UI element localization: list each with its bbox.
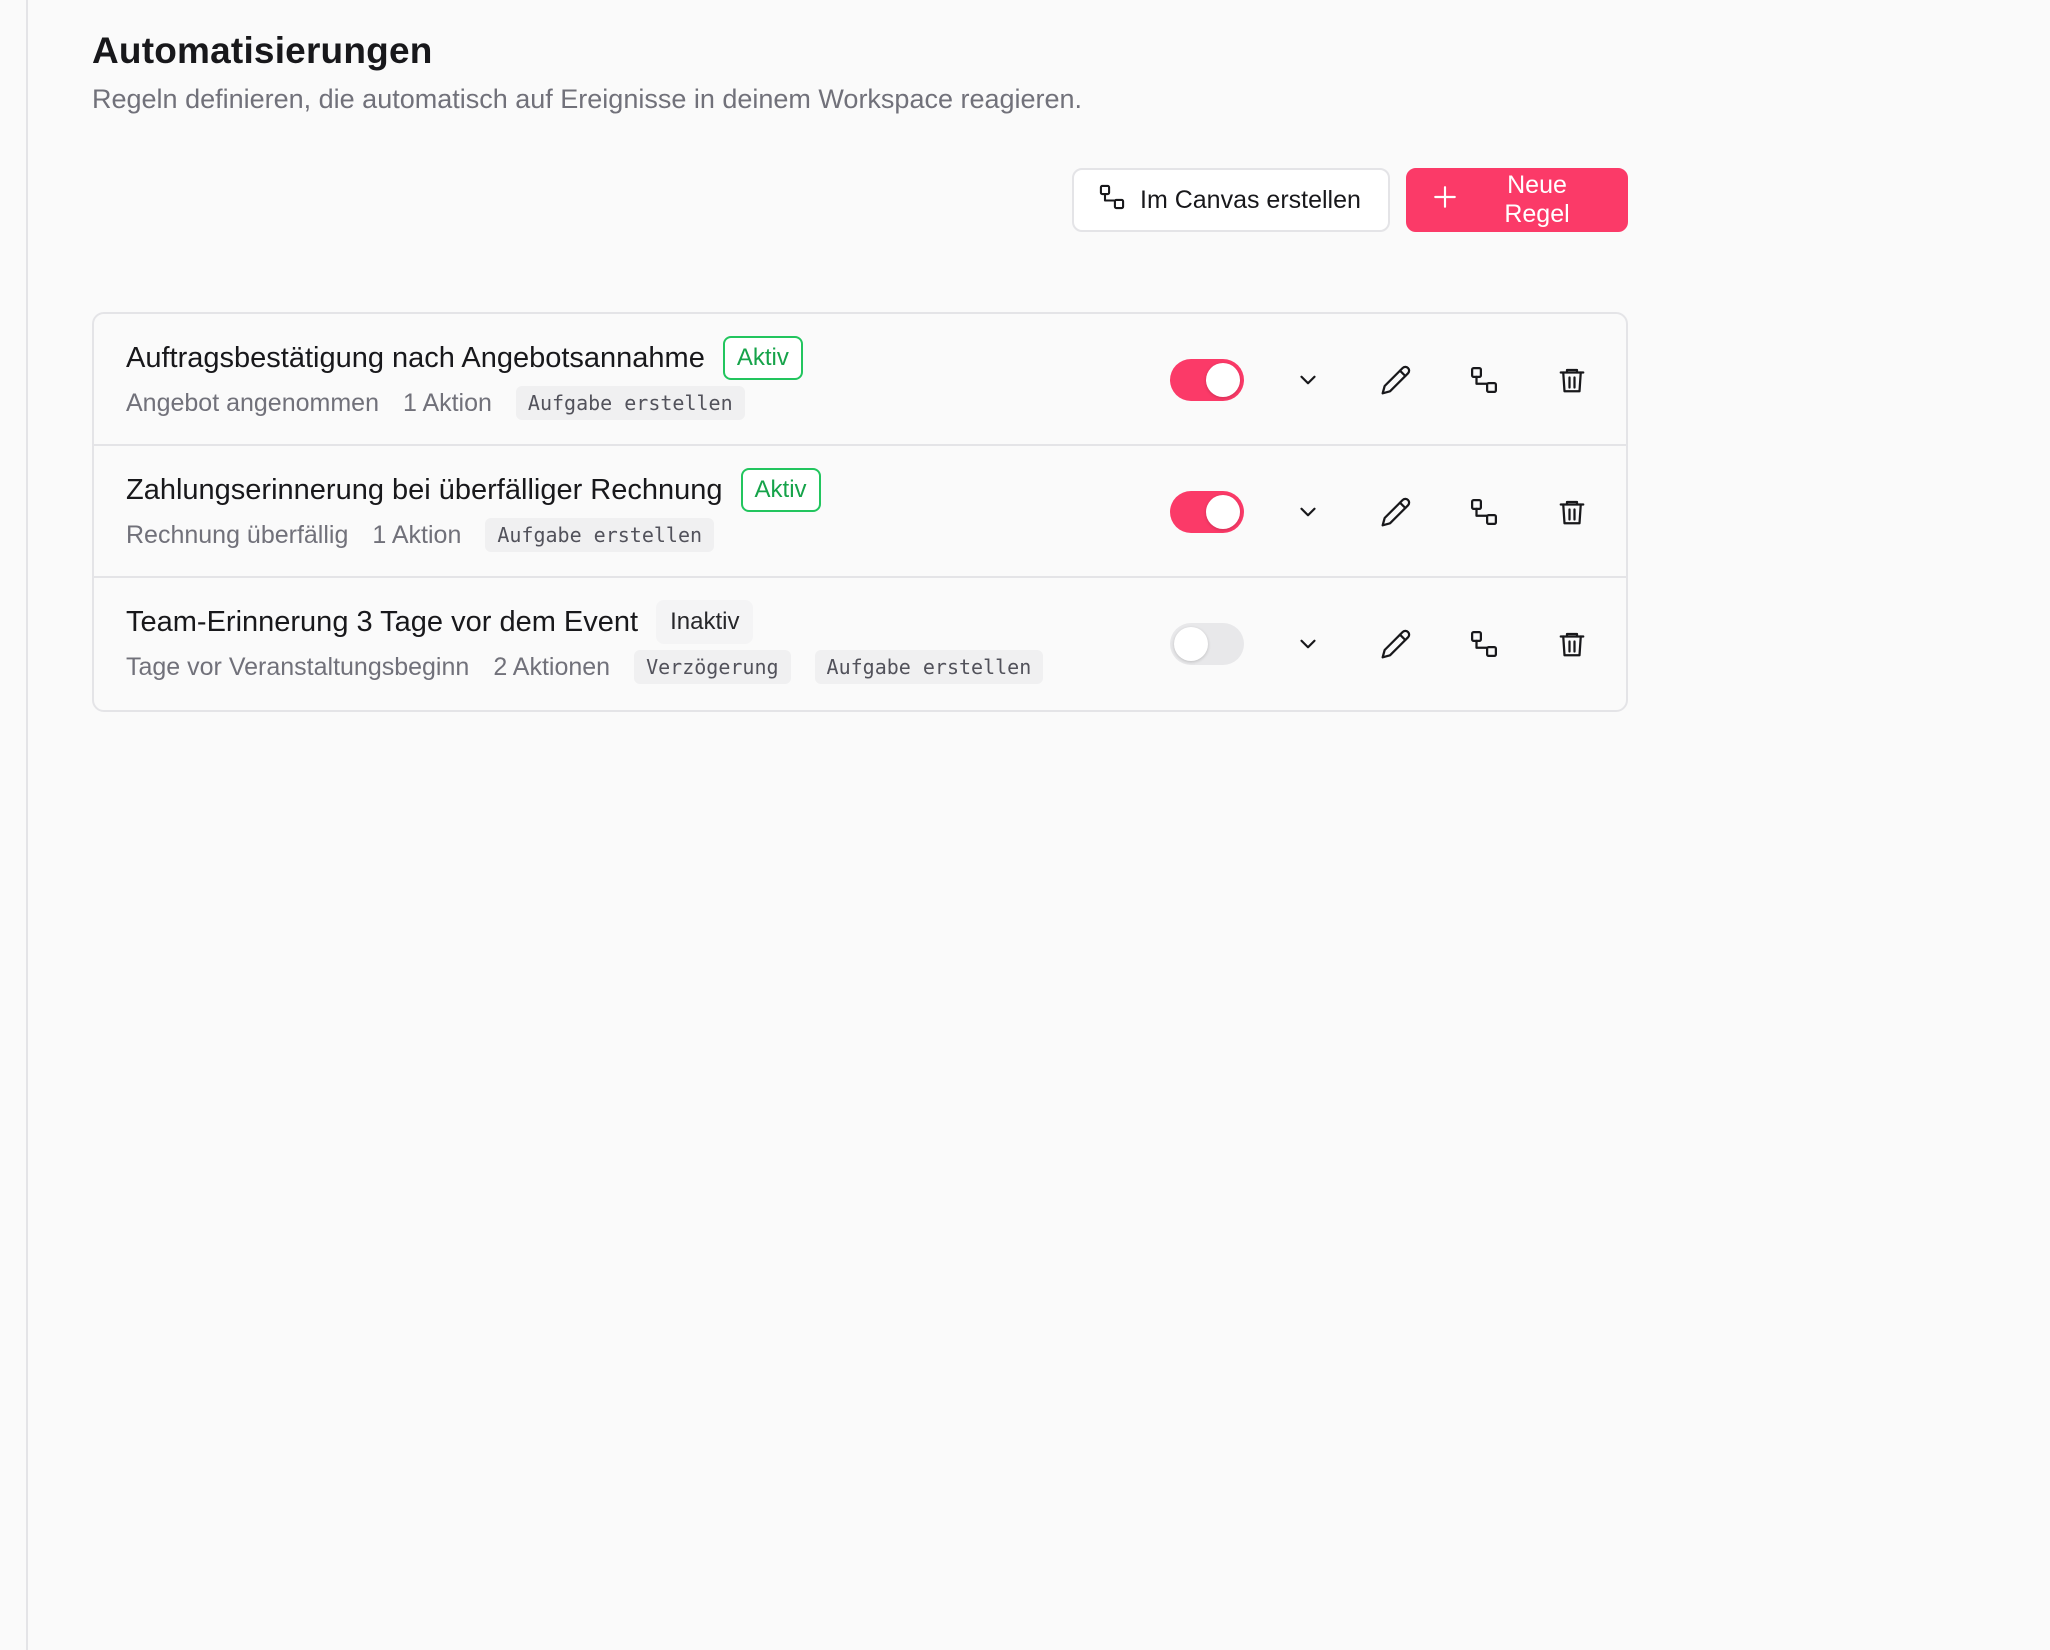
rule-row: Auftragsbestätigung nach Angebotsannahme… [94,314,1626,446]
delete-rule-button[interactable] [1548,488,1596,536]
flow-icon [1471,499,1497,525]
rule-enabled-toggle[interactable] [1170,623,1244,665]
rule-enabled-toggle[interactable] [1170,359,1244,401]
rule-trigger: Tage vor Veranstaltungsbeginn [126,652,470,681]
new-rule-label: Neue Regel [1504,171,1570,228]
trash-icon [1559,632,1585,657]
create-in-canvas-label: Im Canvas erstellen [1140,185,1361,214]
toggle-knob [1206,495,1240,529]
action-chip: Aufgabe erstellen [515,386,745,420]
page-title: Automatisierungen [92,30,433,71]
chevron-down-icon [1300,639,1316,649]
delete-rule-button[interactable] [1548,620,1596,668]
pencil-icon [1381,497,1411,527]
status-badge: Inaktiv [656,600,754,644]
action-chip: Aufgabe erstellen [814,650,1044,684]
open-in-canvas-button[interactable] [1460,620,1508,668]
page-subtitle: Regeln definieren, die automatisch auf E… [92,84,1083,114]
toggle-knob [1206,363,1240,397]
toggle-knob [1174,627,1208,661]
chevron-down-icon [1300,507,1316,517]
status-badge: Aktiv [722,336,803,380]
rule-row: Zahlungserinnerung bei überfälliger Rech… [94,446,1626,578]
create-in-canvas-button[interactable]: Im Canvas erstellen [1072,168,1390,232]
flow-icon [1471,367,1497,393]
rule-action-count: 1 Aktion [402,388,492,417]
action-chip: Aufgabe erstellen [485,518,715,552]
flow-icon [1471,631,1497,657]
pencil-icon [1381,365,1411,395]
rule-name: Auftragsbestätigung nach Angebotsannahme [126,341,705,374]
rule-name: Zahlungserinnerung bei überfälliger Rech… [126,473,723,506]
trash-icon [1559,500,1585,525]
trash-icon [1559,368,1585,393]
toolbar: Im Canvas erstellen Neue Regel [1072,168,1628,232]
edit-rule-button[interactable] [1372,356,1420,404]
edit-rule-button[interactable] [1372,620,1420,668]
sidebar-divider [26,0,28,1650]
open-in-canvas-button[interactable] [1460,488,1508,536]
pencil-icon [1381,629,1411,659]
rule-trigger: Angebot angenommen [126,388,379,417]
rule-row: Team-Erinnerung 3 Tage vor dem Event Ina… [94,578,1626,710]
expand-rule-button[interactable] [1284,620,1332,668]
open-in-canvas-button[interactable] [1460,356,1508,404]
page: Automatisierungen Regeln definieren, die… [0,0,2050,1650]
plus-icon [1432,184,1458,217]
expand-rule-button[interactable] [1284,356,1332,404]
status-badge: Aktiv [740,468,821,512]
rules-list: Auftragsbestätigung nach Angebotsannahme… [92,312,1628,712]
rule-action-count: 1 Aktion [372,520,462,549]
chevron-down-icon [1300,375,1316,385]
rule-name: Team-Erinnerung 3 Tage vor dem Event [126,605,639,638]
rule-trigger: Rechnung überfällig [126,520,349,549]
rule-action-count: 2 Aktionen [493,652,611,681]
edit-rule-button[interactable] [1372,488,1420,536]
flow-icon [1098,183,1126,218]
expand-rule-button[interactable] [1284,488,1332,536]
rule-enabled-toggle[interactable] [1170,491,1244,533]
new-rule-button[interactable]: Neue Regel [1406,168,1628,232]
action-chip: Verzögerung [634,650,791,684]
delete-rule-button[interactable] [1548,356,1596,404]
